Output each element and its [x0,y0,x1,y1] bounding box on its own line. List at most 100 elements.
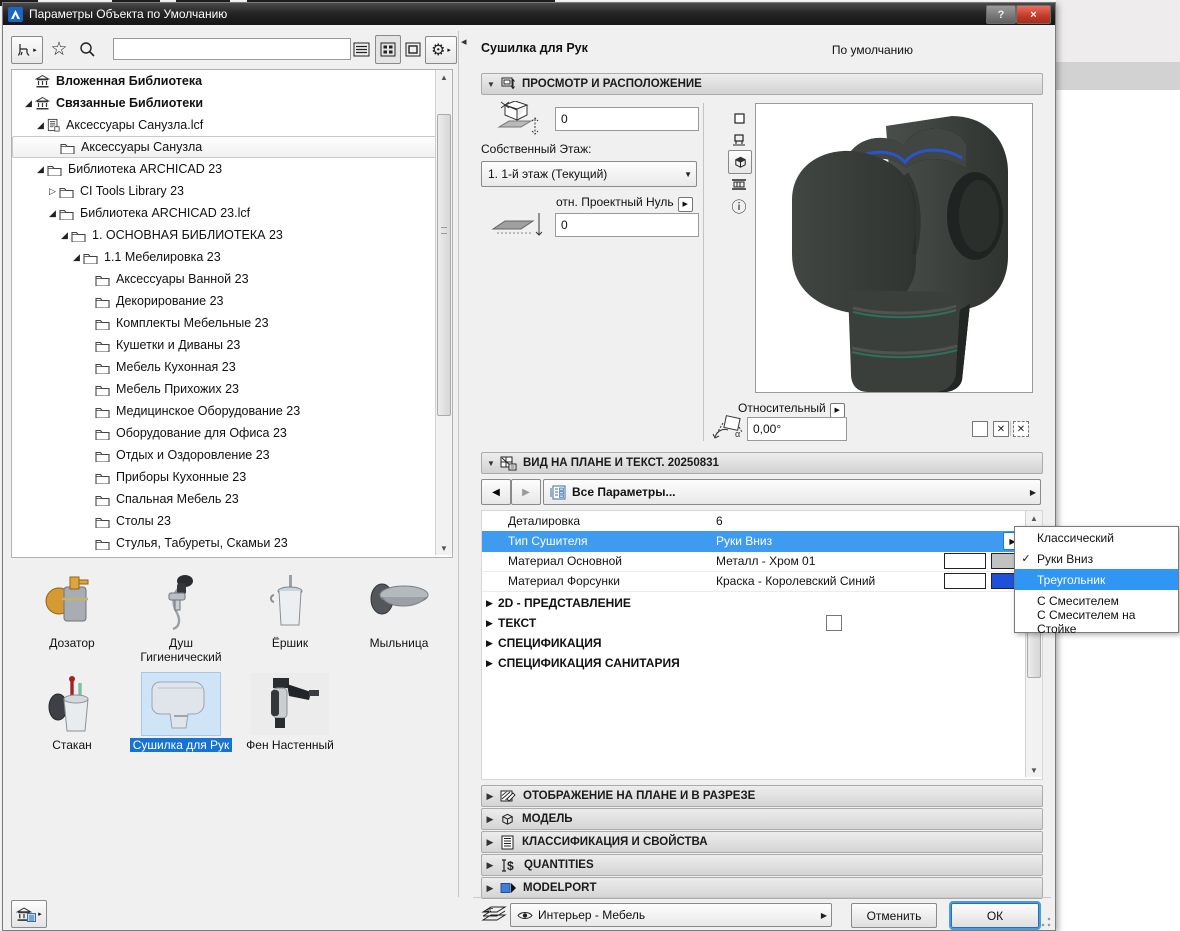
screen: Параметры Объекта по Умолчанию ? × ▸ ☆ ⚙… [0,0,1180,931]
tree-item[interactable]: ◢ Библиотека ARCHICAD 23.lcf [12,202,452,224]
param-group-row[interactable]: ▶ ТЕКСТ [482,613,1024,633]
library-icon [35,74,50,88]
menu-item[interactable]: Классический [1015,527,1178,548]
menu-item-highlighted[interactable]: Треугольник [1015,569,1178,590]
search-input[interactable] [113,38,351,60]
home-story-select[interactable]: 1. 1-й этаж (Текущий) ▼ [481,161,697,187]
gallery-item[interactable]: Дозатор [19,571,125,650]
mirror-checkbox[interactable] [972,421,988,437]
titlebar[interactable]: Параметры Объекта по Умолчанию [3,3,1055,25]
grid-view-button[interactable] [375,35,401,64]
tree-item[interactable]: ◢ Библиотека ARCHICAD 23 [12,158,452,180]
section-model[interactable]: ▶ МОДЕЛЬ [481,808,1043,830]
layers-icon[interactable] [481,905,507,930]
tree-item[interactable]: ▷ CI Tools Library 23 [12,180,452,202]
menu-item[interactable]: С Смесителем на Стойке [1015,608,1178,636]
param-row[interactable]: Материал Форсунки Краска - Королевский Си… [482,571,1024,592]
ok-button[interactable]: ОК [949,901,1041,930]
tree-item[interactable]: Мебель Кухонная 23 [12,356,452,378]
tree-item[interactable]: Мебель Прихожих 23 [12,378,452,400]
object-gallery: Дозатор Душ Гигиенический Ёршик Мыльница [11,561,453,895]
tree-item[interactable]: Вложенная Библиотека [12,70,452,92]
tree-item[interactable]: ◢ 1. ОСНОВНАЯ БИБЛИОТЕКА 23 [12,224,452,246]
single-view-button[interactable] [401,36,425,62]
section-preview-positioning[interactable]: ▼ ПРОСМОТР И РАСПОЛОЖЕНИЕ [481,73,1043,95]
reference-popup-icon[interactable]: ▶ [677,196,693,212]
view-section-button[interactable] [728,173,750,195]
object-type-button[interactable]: ▸ [11,36,43,64]
tree-item-selected[interactable]: Аксессуары Санузла [12,136,452,158]
brush-image [251,571,329,633]
next-param-button[interactable]: ▶ [511,479,541,505]
param-row-selected[interactable]: Тип Сушителя Руки Вниз ▶ [482,531,1024,552]
relative-label: Относительный ▶ [738,401,845,418]
tree-item[interactable]: Кушетки и Диваны 23 [12,334,452,356]
view-plan-button[interactable] [728,129,750,151]
gallery-item[interactable]: Фен Настенный [237,673,343,752]
param-row[interactable]: Деталировка 6 [482,511,1024,532]
param-row[interactable]: Материал Основной Металл - Хром 01 [482,551,1024,572]
layer-dropdown[interactable]: Интерьер - Мебель ▶ [510,903,832,927]
list-view-button[interactable] [349,36,373,62]
pen-swatch[interactable] [944,573,986,589]
relative-popup-icon[interactable]: ▶ [829,402,845,418]
resize-grip[interactable] [1041,917,1051,927]
rotation-angle-field[interactable]: 0,00° [747,417,847,441]
collapse-panel-icon[interactable]: ◂ [461,35,467,48]
lcf-file-icon [47,118,60,132]
tree-item[interactable]: Стулья, Табуреты, Скамьи 23 [12,532,452,554]
tree-item[interactable]: Столы 23 [12,510,452,532]
gallery-item[interactable]: Душ Гигиенический [128,571,234,664]
view-3d-button-selected[interactable] [728,150,752,174]
dashed-checkbox[interactable]: ✕ [1013,421,1029,437]
tree-item[interactable]: Оборудование для Офиса 23 [12,422,452,444]
param-group-row[interactable]: ▶ СПЕЦИФИКАЦИЯ САНИТАРИЯ [482,653,1024,673]
bottom-offset-field[interactable]: 0 [555,213,699,237]
check-icon: ✓ [1021,553,1031,565]
cancel-button[interactable]: Отменить [851,903,937,928]
param-group-row[interactable]: ▶ 2D - ПРЕДСТАВЛЕНИЕ [482,593,1024,613]
top-offset-field[interactable]: 0 [555,107,699,131]
tree-item[interactable]: ◢ Связанные Библиотеки [12,92,452,114]
section-classification[interactable]: ▶ КЛАССИФИКАЦИЯ И СВОЙСТВА [481,831,1043,853]
pen-swatch[interactable] [944,553,986,569]
scrollbar-thumb[interactable] [437,114,451,416]
object-3d-preview[interactable] [755,103,1033,393]
search-icon[interactable] [75,36,99,62]
tree-item[interactable]: Комплекты Мебельные 23 [12,312,452,334]
section-plan-view-text[interactable]: ▼ ВИД НА ПЛАНЕ И ТЕКСТ. 20250831 [481,452,1043,474]
close-button[interactable]: × [1016,5,1051,24]
folder-icon [83,253,98,264]
text-group-checkbox[interactable] [826,615,843,631]
all-parameters-dropdown[interactable]: Все Параметры... ▶ [543,479,1041,505]
gallery-item[interactable]: Мыльница [346,571,452,650]
tree-item[interactable]: Декорирование 23 [12,290,452,312]
settings-gear-button[interactable]: ⚙ ▸ [425,36,457,64]
gallery-item-selected[interactable]: Сушилка для Рук [128,672,234,754]
view-2d-symbol-button[interactable] [728,107,750,129]
library-manager-button[interactable]: ▸ [11,900,47,928]
param-group-row[interactable]: ▶ СПЕЦИФИКАЦИЯ [482,633,1024,653]
section-plan-display[interactable]: ▶ ОТОБРАЖЕНИЕ НА ПЛАНЕ И В РАЗРЕЗЕ [481,785,1043,807]
prev-param-button[interactable]: ◀ [481,479,511,505]
tree-item[interactable]: Медицинское Оборудование 23 [12,400,452,422]
modelport-icon [500,882,516,894]
info-icon[interactable]: ⓘ [728,195,750,217]
tree-scrollbar[interactable]: ▲ ▼ [435,70,452,555]
tree-item[interactable]: Отдых и Оздоровление 23 [12,444,452,466]
section-quantities[interactable]: ▶ $ QUANTITIES [481,854,1043,876]
tree-item[interactable]: ◢ Аксессуары Санузла.lcf [12,114,452,136]
help-button[interactable]: ? [986,5,1016,24]
background-area [1056,0,1180,62]
menu-item-checked[interactable]: ✓ Руки Вниз [1015,548,1178,569]
tree-item[interactable]: Приборы Кухонные 23 [12,466,452,488]
tree-item[interactable]: Спальная Мебель 23 [12,488,452,510]
library-tree: Вложенная Библиотека ◢ Связанные Библиоте… [11,69,453,558]
checked-checkbox[interactable]: ✕ [993,421,1009,437]
tree-item[interactable]: ◢ 1.1 Мебелировка 23 [12,246,452,268]
favorites-star-icon[interactable]: ☆ [47,36,71,62]
gallery-item[interactable]: Ёршик [237,571,343,650]
section-modelport[interactable]: ▶ MODELPORT [481,877,1043,899]
tree-item[interactable]: Аксессуары Ванной 23 [12,268,452,290]
gallery-item[interactable]: Стакан [19,673,125,752]
